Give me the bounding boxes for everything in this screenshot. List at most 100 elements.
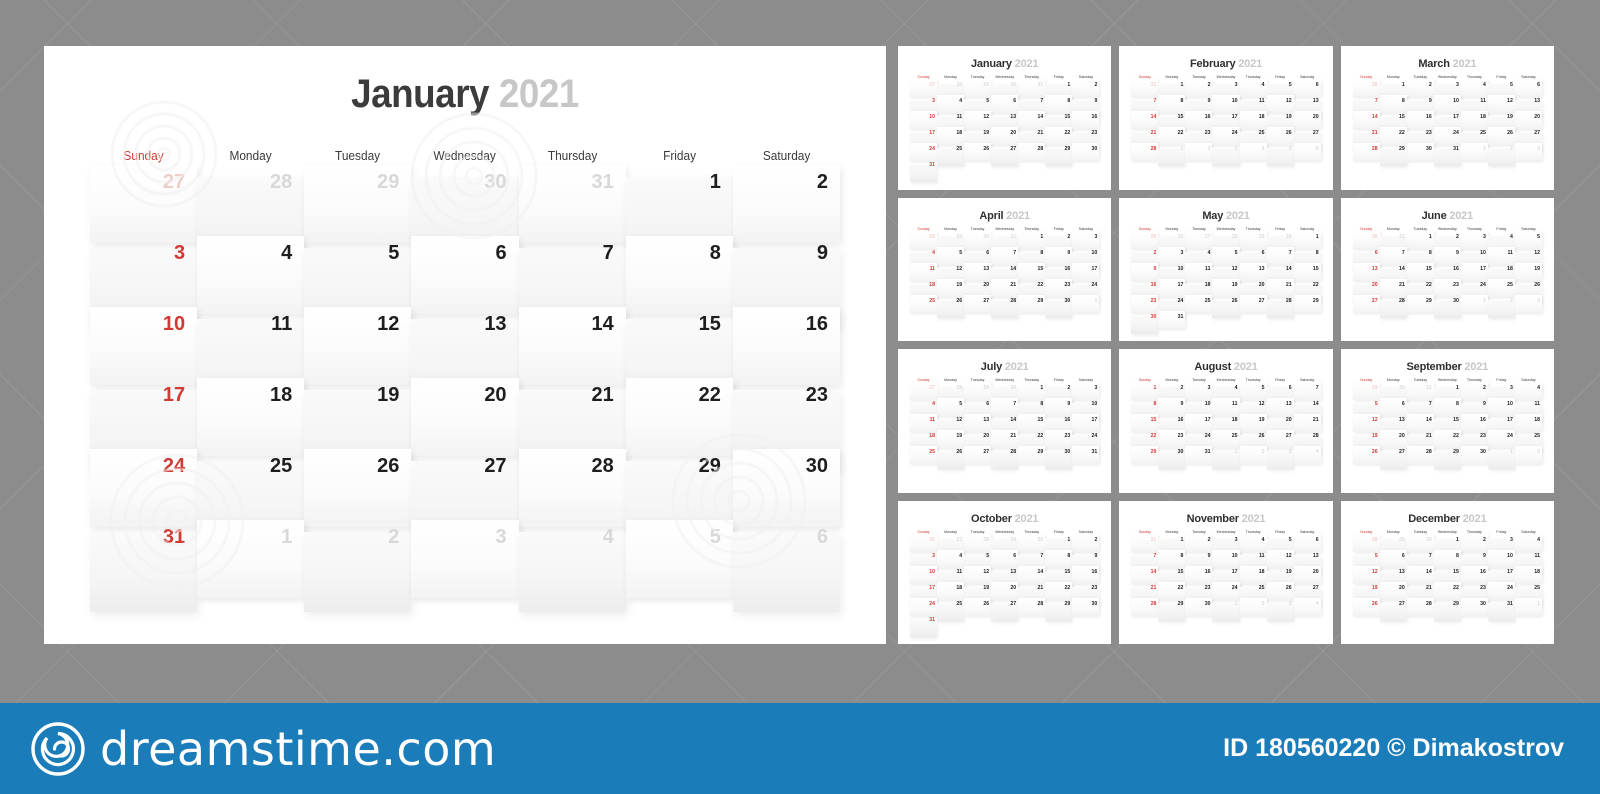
mini-day-cell[interactable]: 14 xyxy=(1131,111,1159,129)
mini-day-cell[interactable]: 9 xyxy=(1433,246,1461,265)
mini-day-cell[interactable]: 30 xyxy=(1352,230,1380,249)
mini-day-cell[interactable]: 28 xyxy=(1352,79,1380,97)
mini-day-cell[interactable]: 2 xyxy=(1460,382,1488,400)
mini-day-cell[interactable]: 10 xyxy=(1433,95,1461,113)
day-cell[interactable]: 16 xyxy=(732,307,840,385)
day-cell[interactable]: 25 xyxy=(197,453,305,541)
mini-day-cell[interactable]: 16 xyxy=(1072,111,1100,129)
mini-day-cell[interactable]: 4 xyxy=(1293,597,1321,616)
mini-day-cell[interactable]: 11 xyxy=(910,414,938,432)
mini-day-cell[interactable]: 4 xyxy=(1239,143,1267,161)
mini-day-cell[interactable]: 4 xyxy=(937,549,965,568)
mini-day-cell[interactable]: 25 xyxy=(910,446,938,464)
mini-day-cell[interactable]: 21 xyxy=(1266,278,1294,297)
mini-day-cell[interactable]: 31 xyxy=(1487,600,1515,621)
mini-day-cell[interactable]: 22 xyxy=(1158,127,1186,145)
mini-day-cell[interactable]: 25 xyxy=(1131,230,1159,249)
mini-day-cell[interactable]: 27 xyxy=(991,600,1019,621)
mini-day-cell[interactable]: 9 xyxy=(1045,398,1073,416)
mini-day-cell[interactable]: 6 xyxy=(1293,143,1321,161)
day-cell[interactable]: 14 xyxy=(518,307,626,385)
mini-day-cell[interactable]: 11 xyxy=(1212,398,1240,416)
mini-calendar-october[interactable]: October 2021 Sunday Monday Tuesday Wednesday… xyxy=(898,500,1112,644)
mini-day-cell[interactable]: 18 xyxy=(1239,111,1267,129)
mini-day-cell[interactable]: 8 xyxy=(1433,398,1461,416)
day-cell[interactable]: 18 xyxy=(197,378,305,456)
mini-day-cell[interactable]: 28 xyxy=(991,448,1019,469)
mini-day-cell[interactable]: 4 xyxy=(1293,446,1321,464)
mini-day-cell[interactable]: 30 xyxy=(1072,143,1100,161)
mini-day-cell[interactable]: 28 xyxy=(1018,597,1046,616)
mini-day-cell[interactable]: 13 xyxy=(964,414,992,432)
mini-day-cell[interactable]: 18 xyxy=(937,581,965,600)
mini-day-cell[interactable]: 4 xyxy=(1460,79,1488,97)
mini-day-cell[interactable]: 2 xyxy=(1185,79,1213,97)
mini-day-cell[interactable]: 15 xyxy=(1131,414,1159,432)
mini-day-cell[interactable]: 1 xyxy=(1487,448,1515,469)
mini-day-cell[interactable]: 30 xyxy=(1460,446,1488,464)
mini-day-cell[interactable]: 14 xyxy=(1131,565,1159,584)
mini-day-cell[interactable]: 28 xyxy=(910,230,938,249)
mini-day-cell[interactable]: 30 xyxy=(964,230,992,249)
mini-day-cell[interactable]: 4 xyxy=(937,95,965,113)
mini-calendar-august[interactable]: August 2021 Sunday Monday Tuesday Wednesday T… xyxy=(1119,349,1333,493)
mini-day-cell[interactable]: 20 xyxy=(1379,581,1407,600)
mini-day-cell[interactable]: 14 xyxy=(1406,414,1434,432)
mini-day-cell[interactable]: 28 xyxy=(1266,297,1294,318)
mini-day-cell[interactable]: 19 xyxy=(1514,262,1542,281)
mini-day-cell[interactable]: 21 xyxy=(1293,414,1321,432)
mini-day-cell[interactable]: 3 xyxy=(1514,143,1542,161)
mini-calendar-january[interactable]: January 2021 Sunday Monday Tuesday Wednesday… xyxy=(898,46,1112,190)
mini-day-cell[interactable]: 29 xyxy=(1293,294,1321,313)
mini-day-cell[interactable]: 14 xyxy=(1352,111,1380,129)
mini-day-cell[interactable]: 13 xyxy=(1239,262,1267,281)
mini-day-cell[interactable]: 31 xyxy=(1158,310,1186,329)
mini-day-cell[interactable]: 19 xyxy=(937,278,965,297)
mini-day-cell[interactable]: 30 xyxy=(1433,297,1461,318)
day-cell[interactable]: 8 xyxy=(625,236,733,314)
mini-day-cell[interactable]: 15 xyxy=(1406,262,1434,281)
mini-day-cell[interactable]: 11 xyxy=(1487,246,1515,265)
mini-day-cell[interactable]: 27 xyxy=(964,294,992,313)
mini-day-cell[interactable]: 23 xyxy=(1045,278,1073,297)
day-cell[interactable]: 19 xyxy=(304,382,412,470)
mini-day-cell[interactable]: 22 xyxy=(1433,581,1461,600)
mini-day-cell[interactable]: 30 xyxy=(1131,313,1159,334)
mini-day-cell[interactable]: 10 xyxy=(910,565,938,584)
mini-day-cell[interactable]: 22 xyxy=(1045,127,1073,145)
mini-day-cell[interactable]: 27 xyxy=(1185,230,1213,249)
day-cell[interactable]: 23 xyxy=(732,382,840,470)
mini-day-cell[interactable]: 4 xyxy=(1239,533,1267,552)
mini-day-cell[interactable]: 7 xyxy=(1379,246,1407,265)
mini-day-cell[interactable]: 1 xyxy=(1212,600,1240,621)
mini-day-cell[interactable]: 30 xyxy=(1460,597,1488,616)
mini-day-cell[interactable]: 22 xyxy=(1045,581,1073,600)
mini-day-cell[interactable]: 23 xyxy=(1045,430,1073,448)
mini-day-cell[interactable]: 24 xyxy=(1212,127,1240,145)
day-cell[interactable]: 29 xyxy=(304,165,412,243)
mini-day-cell[interactable]: 27 xyxy=(991,145,1019,166)
mini-day-cell[interactable]: 26 xyxy=(1352,597,1380,616)
mini-day-cell[interactable]: 5 xyxy=(1266,145,1294,166)
mini-day-cell[interactable]: 2 xyxy=(1239,446,1267,464)
day-cell[interactable]: 15 xyxy=(625,311,733,399)
mini-day-cell[interactable]: 6 xyxy=(1514,79,1542,97)
day-cell[interactable]: 5 xyxy=(625,520,733,598)
mini-day-cell[interactable]: 15 xyxy=(1293,262,1321,281)
mini-day-cell[interactable]: 2 xyxy=(1460,533,1488,552)
mini-day-cell[interactable]: 20 xyxy=(991,581,1019,600)
day-cell[interactable]: 26 xyxy=(304,449,412,527)
mini-day-cell[interactable]: 7 xyxy=(991,246,1019,265)
mini-day-cell[interactable]: 13 xyxy=(1266,398,1294,416)
mini-day-cell[interactable]: 30 xyxy=(1185,597,1213,616)
mini-day-cell[interactable]: 31 xyxy=(910,616,938,637)
mini-day-cell[interactable]: 3 xyxy=(1158,246,1186,265)
mini-day-cell[interactable]: 5 xyxy=(1239,382,1267,400)
day-cell[interactable]: 9 xyxy=(732,240,840,328)
mini-day-cell[interactable]: 29 xyxy=(1045,600,1073,621)
mini-day-cell[interactable]: 28 xyxy=(1352,533,1380,552)
mini-day-cell[interactable]: 11 xyxy=(1185,262,1213,281)
day-cell[interactable]: 2 xyxy=(732,165,840,243)
mini-calendar-june[interactable]: June 2021 Sunday Monday Tuesday Wednesday Thu… xyxy=(1340,197,1554,341)
mini-day-cell[interactable]: 29 xyxy=(1158,600,1186,621)
